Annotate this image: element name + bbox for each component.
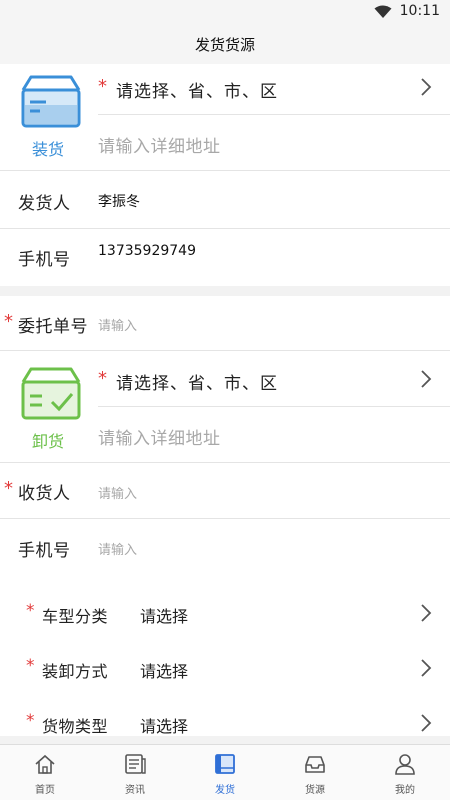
divider	[0, 228, 450, 229]
tab-home[interactable]: 首页	[0, 745, 90, 800]
inbox-icon	[305, 756, 325, 773]
cargo-type-value: 请选择	[140, 717, 189, 736]
bottom-tab-bar: 首页 资讯 发货 货源 我的	[0, 744, 450, 800]
tab-cargo[interactable]: 货源	[270, 745, 360, 800]
section-gap	[0, 286, 450, 296]
unloading-region-text: 请选择、省、市、区	[116, 374, 278, 394]
tab-cargo-label: 货源	[305, 785, 325, 796]
ship-icon	[215, 754, 235, 774]
shipper-value[interactable]: 李振冬	[98, 191, 140, 211]
tab-ship[interactable]: 发货	[180, 745, 270, 800]
tab-news-label: 资讯	[125, 785, 145, 796]
required-star: *	[98, 368, 107, 389]
status-time: 10:11	[399, 3, 440, 19]
chevron-right-icon	[421, 714, 432, 732]
required-star: *	[26, 656, 35, 676]
app-header: 发货货源	[0, 24, 450, 64]
required-star: *	[4, 478, 13, 499]
unloading-label: 卸货	[32, 432, 65, 451]
news-icon	[125, 754, 146, 774]
tab-mine-label: 我的	[395, 785, 415, 796]
loading-address-input[interactable]: 请输入详细地址	[98, 132, 221, 157]
loading-method-label: 装卸方式	[42, 662, 109, 681]
required-star: *	[26, 711, 35, 731]
chevron-right-icon	[421, 370, 432, 388]
scroll-edge	[0, 736, 450, 744]
required-star: *	[4, 311, 13, 332]
tab-news[interactable]: 资讯	[90, 745, 180, 800]
tab-mine[interactable]: 我的	[360, 745, 450, 800]
divider	[0, 170, 450, 171]
receiver-input[interactable]: 请输入	[98, 483, 137, 502]
chevron-right-icon	[421, 659, 432, 677]
required-star: *	[26, 601, 35, 621]
tab-ship-label: 发货	[215, 785, 235, 796]
shipper-phone-value[interactable]: 13735929749	[98, 243, 196, 259]
status-bar: 10:11	[0, 0, 450, 24]
page-title: 发货货源	[194, 36, 255, 54]
loading-label: 装货	[32, 140, 65, 159]
shipper-label: 发货人	[18, 194, 71, 214]
loading-region-text: 请选择、省、市、区	[116, 82, 278, 102]
divider	[0, 518, 450, 519]
divider	[98, 406, 450, 407]
unloading-box-icon	[21, 367, 81, 420]
vehicle-type-label: 车型分类	[42, 607, 109, 626]
cargo-type-label: 货物类型	[42, 717, 109, 736]
divider	[98, 114, 450, 115]
tab-home-label: 首页	[35, 785, 55, 796]
unloading-address-input[interactable]: 请输入详细地址	[98, 424, 221, 449]
shipper-phone-label: 手机号	[18, 250, 71, 270]
vehicle-type-value: 请选择	[140, 607, 189, 626]
order-number-label: 委托单号	[18, 317, 88, 337]
chevron-right-icon	[421, 78, 432, 96]
required-star: *	[98, 76, 107, 97]
person-icon	[395, 754, 415, 775]
divider	[0, 350, 450, 351]
chevron-right-icon	[421, 604, 432, 622]
receiver-phone-input[interactable]: 请输入	[98, 539, 137, 558]
order-number-input[interactable]: 请输入	[98, 315, 137, 334]
home-icon	[35, 754, 55, 774]
receiver-label: 收货人	[18, 484, 71, 504]
divider	[0, 462, 450, 463]
receiver-phone-label: 手机号	[18, 541, 71, 561]
wifi-icon	[374, 5, 392, 18]
loading-box-icon	[21, 75, 81, 128]
loading-method-value: 请选择	[140, 662, 189, 681]
